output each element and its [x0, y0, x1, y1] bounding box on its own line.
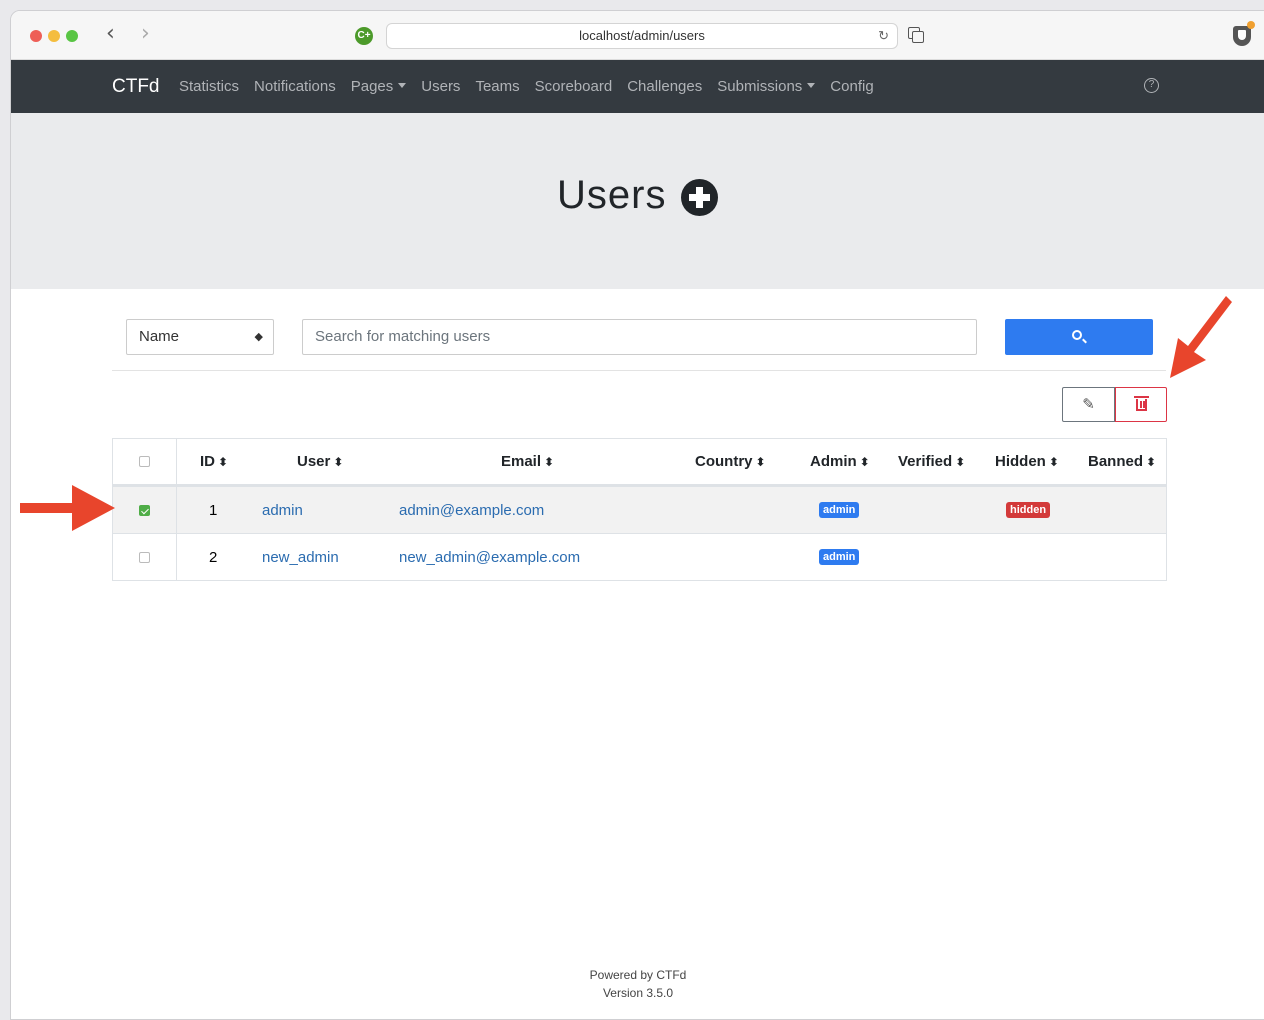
nav-challenges[interactable]: Challenges: [627, 78, 702, 95]
user-email-link[interactable]: new_admin@example.com: [399, 534, 580, 580]
column-header-hidden[interactable]: Hidden: [995, 439, 1059, 484]
browser-toolbar: ‹ › C+ localhost/admin/users ↻: [11, 11, 1264, 60]
user-name-link[interactable]: admin: [262, 487, 303, 533]
nav-submissions-dropdown[interactable]: Submissions: [717, 78, 815, 95]
nav-pages-dropdown[interactable]: Pages: [351, 78, 407, 95]
browser-window: ‹ › C+ localhost/admin/users ↻ CTFd Stat…: [10, 10, 1264, 1020]
nav-notifications[interactable]: Notifications: [254, 78, 336, 95]
footer-powered-by[interactable]: Powered by CTFd: [11, 966, 1264, 984]
search-field-value: Name: [139, 328, 180, 345]
help-icon[interactable]: ?: [1144, 78, 1159, 93]
search-input[interactable]: Search for matching users: [302, 319, 977, 355]
annotation-arrow-diagonal-icon: [1170, 296, 1232, 378]
column-header-email[interactable]: Email: [501, 439, 554, 484]
notification-badge: [1247, 21, 1255, 29]
nav-teams[interactable]: Teams: [475, 78, 519, 95]
table-row[interactable]: 2 new_admin new_admin@example.com admin: [113, 533, 1166, 580]
divider: [112, 370, 1166, 371]
back-arrow-icon[interactable]: ‹: [106, 23, 115, 45]
annotation-arrow-left-icon: [20, 485, 115, 531]
column-header-id[interactable]: ID: [200, 439, 228, 484]
user-email-link[interactable]: admin@example.com: [399, 487, 544, 533]
hidden-badge: hidden: [1006, 502, 1051, 518]
extension-icon[interactable]: C+: [355, 27, 373, 45]
bulk-delete-button[interactable]: [1115, 387, 1167, 422]
user-id: 1: [209, 501, 218, 519]
tab-overview-icon[interactable]: [908, 27, 924, 43]
row-checkbox[interactable]: [139, 551, 150, 563]
nav-statistics[interactable]: Statistics: [179, 78, 239, 95]
close-window-button[interactable]: [30, 30, 42, 42]
row-checkbox[interactable]: [139, 504, 150, 516]
brand-link[interactable]: CTFd: [112, 76, 160, 98]
nav-links: Statistics Notifications Pages Users Tea…: [179, 78, 889, 95]
select-arrows-icon: ◆: [254, 331, 263, 343]
search-field-select[interactable]: Name ◆: [126, 319, 274, 355]
nav-scoreboard[interactable]: Scoreboard: [535, 78, 613, 95]
admin-badge: admin: [819, 549, 860, 565]
search-button[interactable]: [1005, 319, 1153, 355]
page-footer: Powered by CTFd Version 3.5.0: [11, 966, 1264, 1002]
column-header-country[interactable]: Country: [695, 439, 766, 484]
admin-navbar: CTFd Statistics Notifications Pages User…: [11, 60, 1264, 113]
reload-icon[interactable]: ↻: [878, 24, 889, 48]
nav-config[interactable]: Config: [830, 78, 873, 95]
zoom-window-button[interactable]: [66, 30, 78, 42]
column-header-user[interactable]: User: [297, 439, 343, 484]
bulk-edit-button[interactable]: ✎: [1062, 387, 1115, 422]
column-header-verified[interactable]: Verified: [898, 439, 965, 484]
column-header-admin[interactable]: Admin: [810, 439, 870, 484]
pencil-icon: ✎: [1082, 396, 1095, 413]
trash-icon: [1134, 396, 1149, 411]
nav-submissions-label: Submissions: [717, 78, 803, 95]
table-header-row: ID User Email Country Admin Verified Hid…: [113, 439, 1166, 486]
forward-arrow-icon[interactable]: ›: [141, 23, 150, 45]
table-row[interactable]: 1 admin admin@example.com admin hidden: [113, 486, 1166, 533]
user-name-link[interactable]: new_admin: [262, 534, 339, 580]
column-header-banned[interactable]: Banned: [1088, 439, 1156, 484]
add-user-icon[interactable]: [681, 179, 718, 216]
minimize-window-button[interactable]: [48, 30, 60, 42]
users-table: ID User Email Country Admin Verified Hid…: [112, 438, 1167, 581]
user-id: 2: [209, 548, 218, 566]
nav-users[interactable]: Users: [421, 78, 460, 95]
page-header: Users: [11, 113, 1264, 289]
footer-version: Version 3.5.0: [602, 986, 674, 1000]
address-bar[interactable]: localhost/admin/users ↻: [386, 23, 898, 49]
select-all-checkbox[interactable]: [139, 456, 150, 467]
admin-badge: admin: [819, 502, 860, 518]
url-text: localhost/admin/users: [579, 28, 705, 43]
password-manager-icon[interactable]: [1233, 26, 1251, 46]
page-title: Users: [557, 173, 667, 217]
search-icon: [1072, 330, 1082, 340]
nav-pages-label: Pages: [350, 78, 394, 95]
